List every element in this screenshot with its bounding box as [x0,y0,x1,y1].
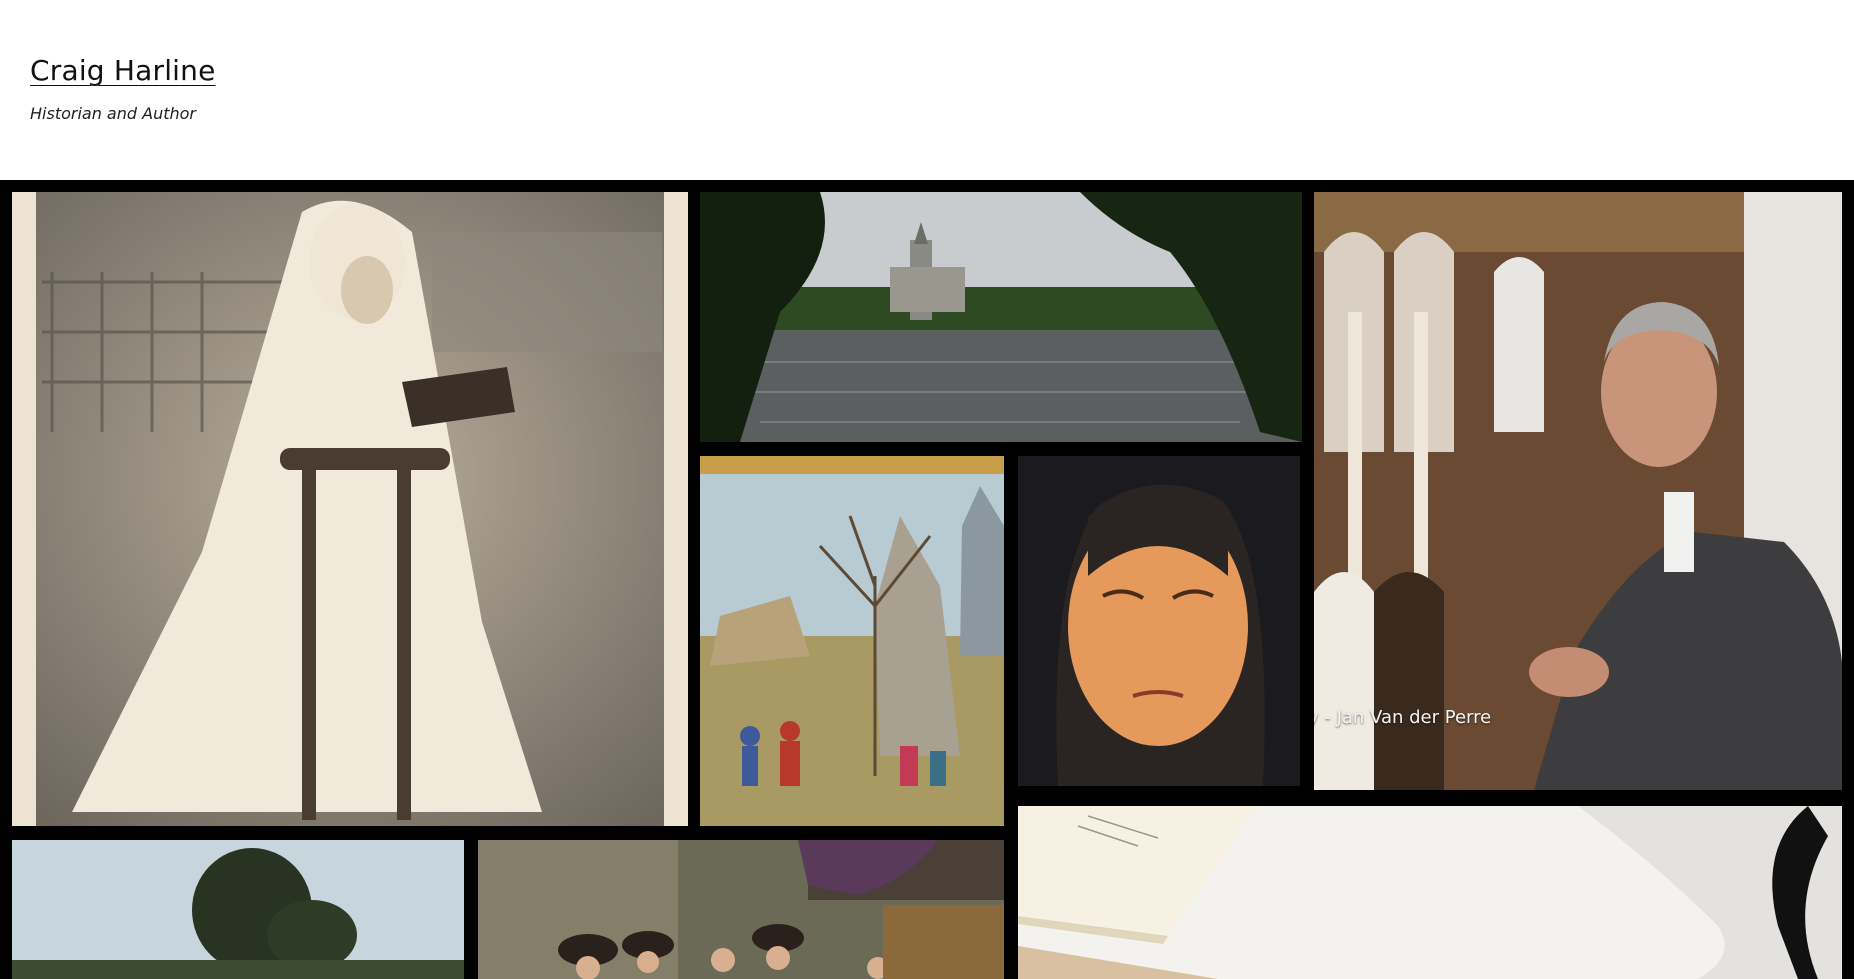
gallery-tile-veiled-woman[interactable] [1018,456,1300,786]
author-portrait-image [1314,192,1842,790]
vintage-photo-image [12,192,688,826]
gallery-tile-notebook-pencil[interactable] [1018,806,1842,979]
site-title-link[interactable]: Craig Harline [30,54,216,87]
baroque-painting-image [478,840,1004,979]
veiled-woman-image [1018,456,1300,786]
field-trees-image [12,840,464,979]
site-header: Craig Harline Historian and Author [0,0,1854,180]
gallery-tile-baroque-painting[interactable] [478,840,1004,979]
abbey-lake-image [700,192,1302,442]
site-tagline: Historian and Author [30,104,196,123]
gallery-tile-field-trees[interactable] [12,840,464,979]
gallery-tile-abbey-lake[interactable] [700,192,1302,442]
gallery-tile-communion-girl[interactable] [12,192,688,826]
gallery-tile-author-portrait[interactable]: y - Jan Van der Perre [1314,192,1842,790]
photo-credit-text: y - Jan Van der Perre [1314,707,1492,728]
photo-gallery: y - Jan Van der Perre [0,180,1854,979]
village-miniature-image [700,456,1004,826]
gallery-tile-village-miniature[interactable] [700,456,1004,826]
notebook-pencil-image [1018,806,1842,979]
photo-caption: y - Jan Van der Perre [1314,707,1497,728]
